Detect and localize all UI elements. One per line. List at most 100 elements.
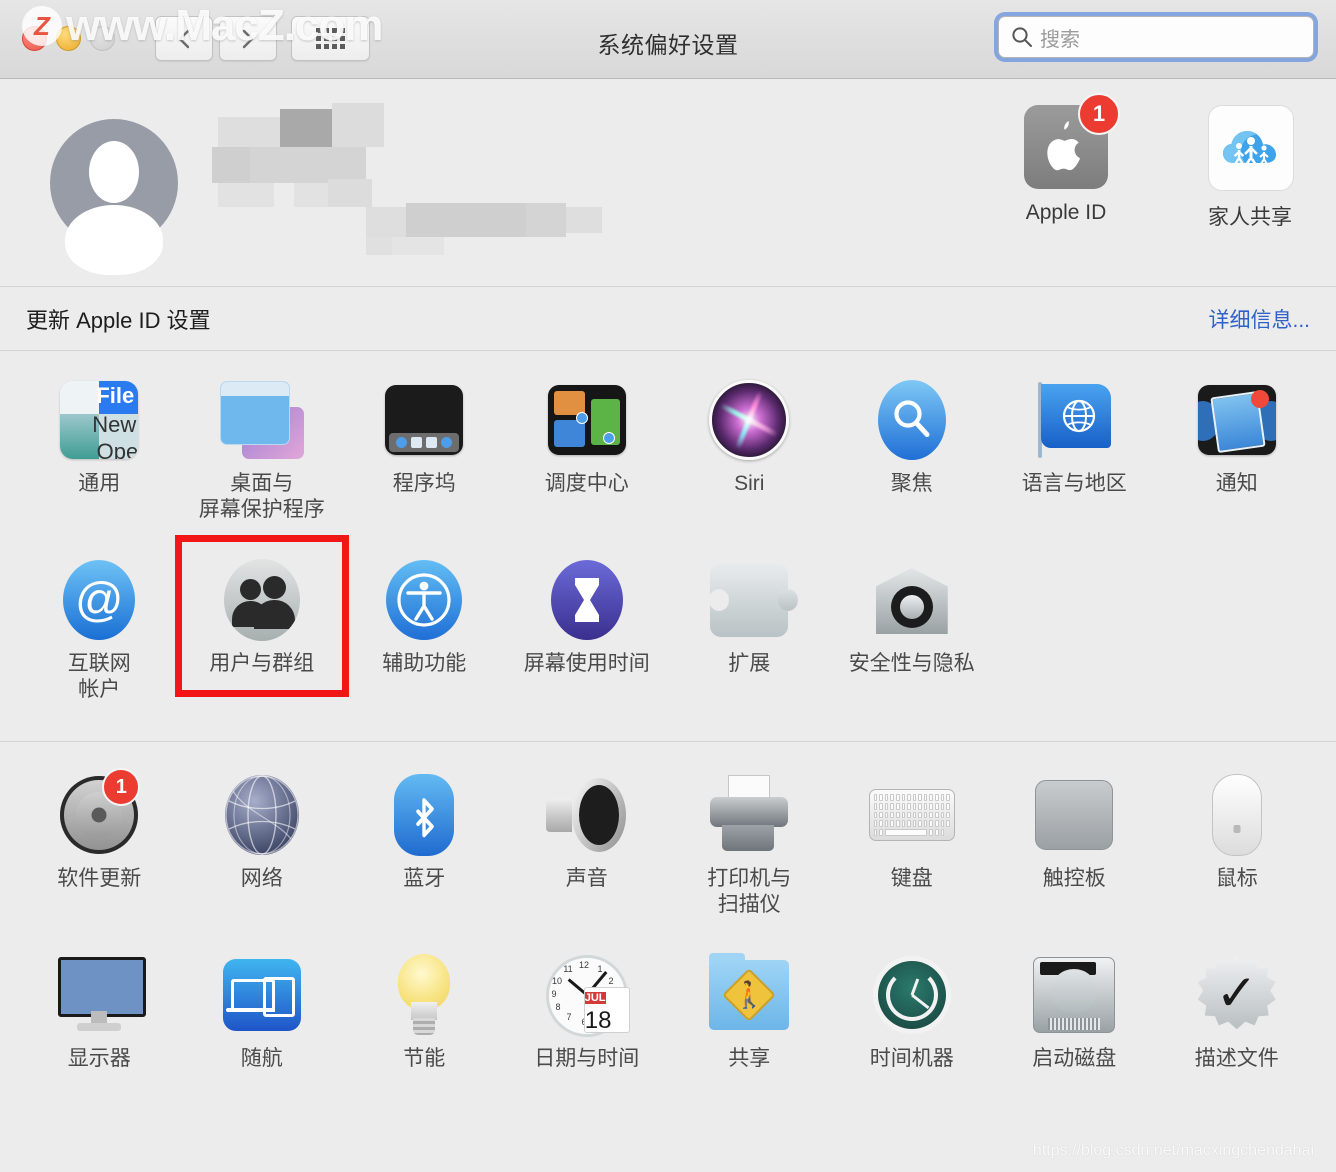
chevron-right-icon [242, 29, 254, 48]
magnifier-icon [894, 400, 930, 437]
network-icon [219, 772, 305, 858]
profiles-icon: ✓ [1194, 952, 1280, 1038]
system-preferences-window: 系统偏好设置 搜索 Z www.MacZ.com 1 Apple ID 家人共享… [0, 0, 1336, 1172]
update-apple-id-banner: 更新 Apple ID 设置 详细信息... [0, 286, 1336, 351]
pane-software-update[interactable]: 1 软件更新 [18, 764, 181, 944]
general-icon: File New Ope [56, 377, 142, 463]
search-placeholder: 搜索 [1040, 28, 1080, 51]
svg-text:10: 10 [552, 976, 562, 986]
accessibility-figure-icon [397, 573, 451, 627]
apple-id-section: 1 Apple ID 家人共享 [0, 79, 1336, 286]
search-container: 搜索 [998, 16, 1314, 58]
pane-desktop-screensaver[interactable]: 桌面与 屏幕保护程序 [181, 369, 344, 549]
show-all-button[interactable] [291, 16, 370, 61]
svg-text:7: 7 [566, 1012, 571, 1022]
calendar-badge: JUL 18 [583, 987, 630, 1033]
extensions-icon [706, 557, 799, 643]
apple-id-label: Apple ID [1025, 201, 1107, 224]
pane-printers-scanners[interactable]: 打印机与 扫描仪 [668, 764, 831, 944]
svg-text:2: 2 [608, 976, 613, 986]
apple-id-badge: 1 [1078, 93, 1120, 135]
pane-notifications[interactable]: 通知 [1156, 369, 1319, 549]
apple-id-button[interactable]: 1 Apple ID [1002, 93, 1130, 231]
navigation-buttons [155, 16, 370, 61]
pane-label: 描述文件 [1194, 1047, 1279, 1070]
pane-label: 节能 [403, 1047, 446, 1070]
pane-sidecar[interactable]: 随航 [181, 944, 344, 1098]
svg-text:1: 1 [597, 964, 602, 974]
family-sharing-icon-wrap [1208, 105, 1294, 191]
energy-saver-icon [381, 952, 467, 1038]
pane-label: 软件更新 [57, 867, 142, 890]
pane-label: 共享 [728, 1047, 771, 1070]
pane-screen-time[interactable]: 屏幕使用时间 [506, 549, 669, 729]
pane-label: 聚焦 [890, 472, 933, 495]
back-button[interactable] [155, 16, 213, 61]
pane-trackpad[interactable]: 触控板 [993, 764, 1156, 944]
svg-text:12: 12 [579, 960, 589, 970]
pane-label: 触控板 [1042, 867, 1106, 890]
pane-spotlight[interactable]: 聚焦 [831, 369, 994, 549]
pane-label: 蓝牙 [403, 867, 446, 890]
site-watermark-bottom: https://blog.csdn.net/macxingchendahai [1032, 1142, 1314, 1159]
zoom-button[interactable] [90, 26, 115, 51]
notifications-icon [1194, 377, 1280, 463]
trackpad-icon [1031, 772, 1117, 858]
traffic-lights [22, 26, 115, 51]
pane-security-privacy[interactable]: 安全性与隐私 [831, 549, 994, 729]
close-button[interactable] [22, 26, 47, 51]
update-banner-text: 更新 Apple ID 设置 [26, 307, 211, 333]
pane-label: 用户与群组 [209, 652, 315, 675]
siri-icon [706, 377, 792, 463]
pane-row-2: @ 互联网 帐户 用户与群组 辅助功能 屏幕使用时间 扩展 安全性与隐私 [0, 535, 1336, 729]
printers-scanners-icon [706, 772, 792, 858]
pane-date-time[interactable]: 1212 345 678 91011 JUL 18 日期与 [506, 944, 669, 1098]
pane-mission-control[interactable]: 调度中心 [506, 369, 669, 549]
pane-network[interactable]: 网络 [181, 764, 344, 944]
search-icon [1012, 27, 1032, 47]
time-machine-icon [869, 952, 955, 1038]
users-groups-icon [219, 557, 305, 643]
pane-profiles[interactable]: ✓ 描述文件 [1156, 944, 1319, 1098]
pane-label: 鼠标 [1215, 867, 1258, 890]
pane-label: Siri [734, 472, 765, 495]
avatar[interactable] [50, 118, 178, 275]
pane-label: 语言与地区 [1021, 472, 1127, 495]
pane-users-groups[interactable]: 用户与群组 [174, 535, 349, 729]
pane-energy-saver[interactable]: 节能 [343, 944, 506, 1098]
pane-general[interactable]: File New Ope 通用 [18, 369, 181, 549]
minimize-button[interactable] [56, 26, 81, 51]
pane-mouse[interactable]: 鼠标 [1156, 764, 1319, 944]
pane-label: 调度中心 [544, 472, 629, 495]
pane-dock[interactable]: 程序坞 [343, 369, 506, 549]
family-sharing-icon [1208, 105, 1294, 191]
pane-label: 安全性与隐私 [848, 652, 975, 675]
accessibility-icon [381, 557, 467, 643]
pane-time-machine[interactable]: 时间机器 [831, 944, 994, 1098]
search-input[interactable]: 搜索 [998, 16, 1314, 58]
date-time-icon: 1212 345 678 91011 JUL 18 [544, 952, 630, 1038]
family-sharing-button[interactable]: 家人共享 [1186, 105, 1314, 231]
pane-siri[interactable]: Siri [668, 369, 831, 549]
pane-keyboard[interactable]: 键盘 [831, 764, 994, 944]
pane-label: 互联网 帐户 [67, 652, 131, 702]
bluetooth-glyph-icon [416, 798, 434, 838]
startup-disk-icon [1031, 952, 1117, 1038]
keyboard-icon [868, 772, 955, 858]
pane-bluetooth[interactable]: 蓝牙 [343, 764, 506, 944]
apple-id-icon-wrap: 1 [1024, 93, 1120, 189]
pane-startup-disk[interactable]: 启动磁盘 [993, 944, 1156, 1098]
forward-button[interactable] [219, 16, 277, 61]
pane-internet-accounts[interactable]: @ 互联网 帐户 [18, 549, 181, 729]
sharing-icon: 🚶 [706, 952, 792, 1038]
pane-accessibility[interactable]: 辅助功能 [343, 549, 506, 729]
pane-sound[interactable]: 声音 [506, 764, 669, 944]
pane-sharing[interactable]: 🚶 共享 [668, 944, 831, 1098]
pane-displays[interactable]: 显示器 [18, 944, 181, 1098]
svg-text:11: 11 [563, 964, 572, 974]
desktop-screensaver-icon [219, 377, 305, 463]
security-privacy-icon [869, 557, 955, 643]
details-link[interactable]: 详细信息... [1208, 304, 1310, 334]
pane-extensions[interactable]: 扩展 [668, 549, 831, 729]
pane-language-region[interactable]: 语言与地区 [993, 369, 1156, 549]
